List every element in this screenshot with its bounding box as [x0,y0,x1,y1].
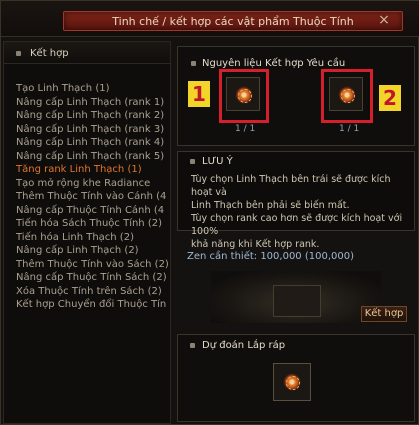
recipe-panel-header: Kết hợp [4,42,170,64]
close-icon: × [378,12,390,28]
recipe-item[interactable]: Nâng cấp Linh Thạch (rank 4) [16,136,168,150]
window-title: Tinh chế / kết hợp các vật phẩm Thuộc Tí… [63,11,403,31]
predict-result-slot[interactable] [273,363,311,401]
recipe-item[interactable]: Nâng cấp Thuộc Tính Cánh (4 [16,204,168,218]
recipe-item[interactable]: Tạo Linh Thạch (1) [16,82,168,96]
material-slot-right[interactable] [329,77,363,111]
annotation-marker-1: 1 [188,81,210,107]
recipe-item[interactable]: Xóa Thuộc Tính trên Sách (2) [16,285,168,299]
material-slot-left[interactable] [226,77,260,111]
recipe-item-selected[interactable]: Tăng rank Linh Thạch (1) [16,163,168,177]
recipe-list: Tạo Linh Thạch (1) Nâng cấp Linh Thạch (… [16,82,168,312]
forge-decoration [211,271,381,323]
note-line: Tùy chọn rank cao hơn sẽ được kích hoạt … [191,213,403,237]
title-bar: Tinh chế / kết hợp các vật phẩm Thuộc Tí… [1,1,419,37]
materials-title: Nguyên liệu Kết hợp Yêu cầu [202,58,346,69]
elemental-gem-icon [338,86,356,104]
recipe-item[interactable]: Tiến hóa Sách Thuộc Tính (2) [16,217,168,231]
combine-button[interactable]: Kết hợp [361,306,407,322]
bullet-icon [190,343,195,348]
recipe-item[interactable]: Nâng cấp Thuộc Tính Sách (2) [16,271,168,285]
note-title: LƯU Ý [202,156,233,167]
close-button[interactable]: × [376,12,392,28]
recipe-item[interactable]: Thêm Thuộc Tính vào Cánh (4 [16,190,168,204]
note-line: Linh Thạch bên phải sẽ biến mất. [191,200,350,211]
bullet-icon [190,159,195,164]
elemental-gem-icon [283,373,301,391]
recipe-item[interactable]: Nâng cấp Linh Thạch (rank 5) [16,150,168,164]
recipe-item[interactable]: Tiến hóa Linh Thạch (2) [16,231,168,245]
note-panel: LƯU Ý Tùy chọn Linh Thạch bên trái sẽ đư… [177,151,415,250]
recipe-item[interactable]: Nâng cấp Linh Thạch (rank 2) [16,109,168,123]
recipe-item[interactable]: Kết hợp Chuyển đổi Thuộc Tín [16,298,168,312]
note-text: Tùy chọn Linh Thạch bên trái sẽ được kíc… [191,173,411,251]
predict-title: Dự đoán Lắp ráp [202,340,286,351]
bullet-icon [191,61,196,66]
material-count-left: 1 / 1 [235,124,256,134]
recipe-panel-title: Kết hợp [30,48,69,59]
annotation-marker-2: 2 [379,85,401,111]
recipe-item[interactable]: Nâng cấp Linh Thạch (rank 1) [16,96,168,110]
recipe-item[interactable]: Thêm Thuộc Tính vào Sách (2) [16,258,168,272]
recipe-item[interactable]: Tạo mở rộng khe Radiance [16,177,168,191]
recipe-item[interactable]: Nâng cấp Linh Thạch (rank 3) [16,123,168,137]
material-count-right: 1 / 1 [339,124,360,134]
zen-required: Zen cần thiết: 100,000 (100,000) [187,251,355,262]
note-line: Tùy chọn Linh Thạch bên trái sẽ được kíc… [191,174,391,198]
recipe-item[interactable]: Nâng cấp Linh Thạch (2) [16,244,168,258]
bullet-icon [16,51,21,56]
note-line: khả năng khi Kết hợp rank. [191,239,320,250]
combine-window: Tinh chế / kết hợp các vật phẩm Thuộc Tí… [0,0,419,425]
recipe-panel: Kết hợp Tạo Linh Thạch (1) Nâng cấp Linh… [3,41,171,424]
elemental-gem-icon [235,86,253,104]
